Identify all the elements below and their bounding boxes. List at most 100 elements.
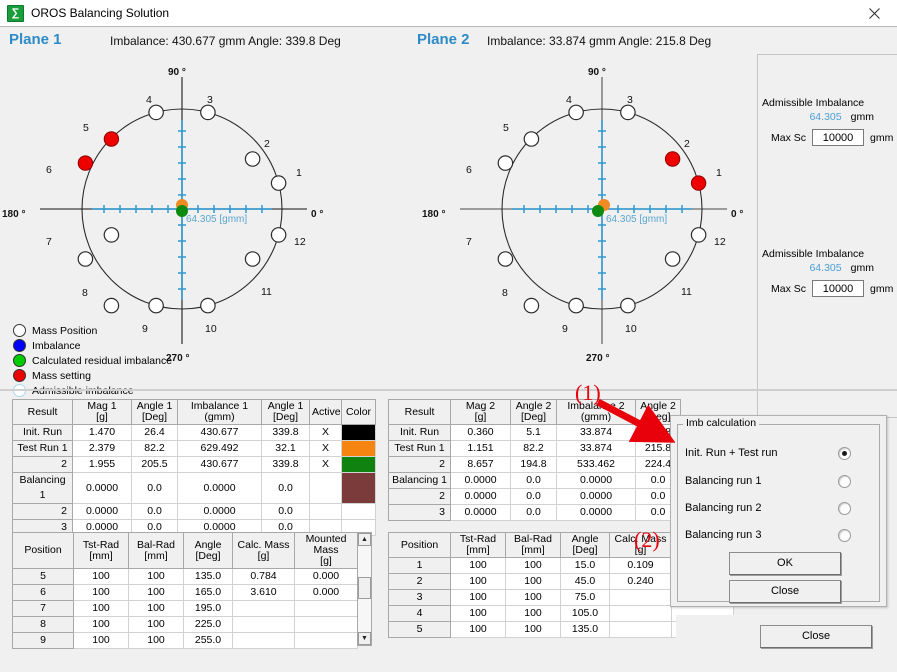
table-cell[interactable]: 8.657 <box>450 456 511 473</box>
row-header-cell[interactable]: 4 <box>388 605 451 622</box>
table-row[interactable]: 8 100 100 225.0 <box>12 616 358 633</box>
table-cell[interactable] <box>232 600 295 617</box>
table-cell[interactable] <box>232 616 295 633</box>
table-cell[interactable]: 1.470 <box>72 424 132 441</box>
row-header-cell[interactable]: 3 <box>388 589 451 606</box>
table-cell[interactable]: 82.2 <box>131 440 178 457</box>
column-header[interactable]: Position <box>12 532 74 569</box>
row-header-cell[interactable]: 1 <box>388 557 451 574</box>
color-swatch[interactable] <box>341 424 376 441</box>
table-cell[interactable]: 100 <box>505 621 561 638</box>
table-cell[interactable]: 0.0000 <box>177 503 262 520</box>
plane2-polar-chart[interactable]: 1 2 3 4 5 6 7 8 9 10 11 12 90 ° 0 ° 270 … <box>420 45 770 375</box>
table-cell[interactable]: 0.0000 <box>450 472 511 489</box>
row-header-cell[interactable]: Balancing 1 <box>388 472 451 489</box>
table-cell[interactable]: 100 <box>73 568 129 585</box>
row-header-cell[interactable]: 3 <box>388 504 451 521</box>
column-header[interactable]: Tst-Rad [mm] <box>73 532 129 569</box>
table-cell[interactable]: 45.0 <box>560 573 610 590</box>
table-cell[interactable]: 135.0 <box>560 621 610 638</box>
option-balancing-run-3[interactable]: Balancing run 3 <box>685 526 873 544</box>
column-header[interactable]: Angle [Deg] <box>560 532 610 558</box>
table-cell[interactable]: 100 <box>450 605 506 622</box>
row-header-cell[interactable]: Init. Run <box>388 424 451 441</box>
position-table-1[interactable]: Position Tst-Rad [mm] Bal-Rad [mm] Angle [Deg]… <box>12 532 358 649</box>
scroll-down-icon[interactable]: ▼ <box>358 632 371 645</box>
table-cell[interactable]: 82.2 <box>510 440 557 457</box>
radio-balancing-run-1[interactable] <box>838 474 851 488</box>
table-row[interactable]: Test Run 1 2.379 82.2 629.492 32.1 X <box>12 440 376 457</box>
column-header[interactable]: Imbalance 1 (gmm) <box>177 399 262 425</box>
table-cell[interactable]: 15.0 <box>560 557 610 574</box>
table-cell[interactable]: 205.5 <box>131 456 178 473</box>
table-cell[interactable]: 1.151 <box>450 440 511 457</box>
table-cell[interactable]: 100 <box>73 584 129 601</box>
table-cell[interactable]: 100 <box>505 605 561 622</box>
table-row[interactable]: 9 100 100 255.0 <box>12 632 358 649</box>
table-cell[interactable]: 100 <box>73 632 129 649</box>
table-cell[interactable] <box>609 589 672 606</box>
table-row[interactable]: Balancing 1 0.0000 0.0 0.0000 0.0 <box>388 472 681 489</box>
table-cell[interactable] <box>609 605 672 622</box>
table-cell[interactable]: 165.0 <box>183 584 233 601</box>
column-header[interactable]: Angle 1 [Deg] <box>261 399 310 425</box>
option-balancing-run-2[interactable]: Balancing run 2 <box>685 499 873 517</box>
column-header[interactable]: Result <box>388 399 451 425</box>
table-cell[interactable]: 26.4 <box>131 424 178 441</box>
maxsc-input[interactable]: 10000 <box>812 280 864 297</box>
table-cell[interactable] <box>294 600 358 617</box>
table-cell[interactable]: 0.0 <box>510 488 557 505</box>
table-cell[interactable]: 1.955 <box>72 456 132 473</box>
scroll-thumb[interactable] <box>358 577 371 599</box>
table-cell[interactable]: 0.0000 <box>556 488 636 505</box>
row-header-cell[interactable]: Init. Run <box>12 424 73 441</box>
table-cell[interactable]: 0.0 <box>131 472 178 504</box>
radio-balancing-run-3[interactable] <box>838 528 851 542</box>
table-cell[interactable]: 339.8 <box>261 424 310 441</box>
table-cell[interactable]: 339.8 <box>261 456 310 473</box>
row-header-cell[interactable]: 8 <box>12 616 74 633</box>
table-cell[interactable]: 2.379 <box>72 440 132 457</box>
row-header-cell[interactable]: 2 <box>12 456 73 473</box>
column-header[interactable]: Calc. Mass [g] <box>232 532 295 569</box>
table-cell[interactable]: 100 <box>73 600 129 617</box>
table-cell[interactable]: 255.0 <box>183 632 233 649</box>
table-cell[interactable]: 430.677 <box>177 456 262 473</box>
table-cell[interactable]: 0.360 <box>450 424 511 441</box>
table-cell[interactable] <box>294 616 358 633</box>
table-cell[interactable]: X <box>309 424 342 441</box>
table-cell[interactable]: 533.462 <box>556 456 636 473</box>
table-cell[interactable]: 32.1 <box>261 440 310 457</box>
table-cell[interactable]: 195.0 <box>183 600 233 617</box>
table-cell[interactable] <box>309 503 342 520</box>
row-header-cell[interactable]: 6 <box>12 584 74 601</box>
row-header-cell[interactable]: Balancing 1 <box>12 472 73 504</box>
table-row[interactable]: 3 0.0000 0.0 0.0000 0.0 <box>388 504 681 521</box>
column-header[interactable]: Tst-Rad [mm] <box>450 532 506 558</box>
table-cell[interactable]: 0.0000 <box>177 472 262 504</box>
row-header-cell[interactable]: Test Run 1 <box>388 440 451 457</box>
row-header-cell[interactable]: 2 <box>388 456 451 473</box>
table-cell[interactable]: 105.0 <box>560 605 610 622</box>
table-cell[interactable]: X <box>309 440 342 457</box>
table-row[interactable]: 6 100 100 165.0 3.610 0.000 <box>12 584 358 601</box>
table-cell[interactable]: 0.784 <box>232 568 295 585</box>
table-cell[interactable]: 0.0 <box>510 504 557 521</box>
column-header[interactable]: Position <box>388 532 451 558</box>
row-header-cell[interactable]: 2 <box>388 488 451 505</box>
table-cell[interactable]: 0.0 <box>261 472 310 504</box>
table-cell[interactable]: 75.0 <box>560 589 610 606</box>
color-swatch[interactable] <box>341 440 376 457</box>
column-header[interactable]: Angle 1 [Deg] <box>131 399 178 425</box>
table-row[interactable]: 2 0.0000 0.0 0.0000 0.0 <box>388 488 681 505</box>
table-cell[interactable]: 194.8 <box>510 456 557 473</box>
table-cell[interactable]: 0.0000 <box>72 472 132 504</box>
column-header[interactable]: Color <box>341 399 376 425</box>
color-swatch[interactable] <box>341 472 376 504</box>
table-cell[interactable]: 0.0 <box>131 503 178 520</box>
row-header-cell[interactable]: 5 <box>388 621 451 638</box>
table-cell[interactable]: 0.0000 <box>450 488 511 505</box>
table-row[interactable]: Balancing 1 0.0000 0.0 0.0000 0.0 <box>12 472 376 504</box>
row-header-cell[interactable]: Test Run 1 <box>12 440 73 457</box>
table-cell[interactable]: 100 <box>450 573 506 590</box>
